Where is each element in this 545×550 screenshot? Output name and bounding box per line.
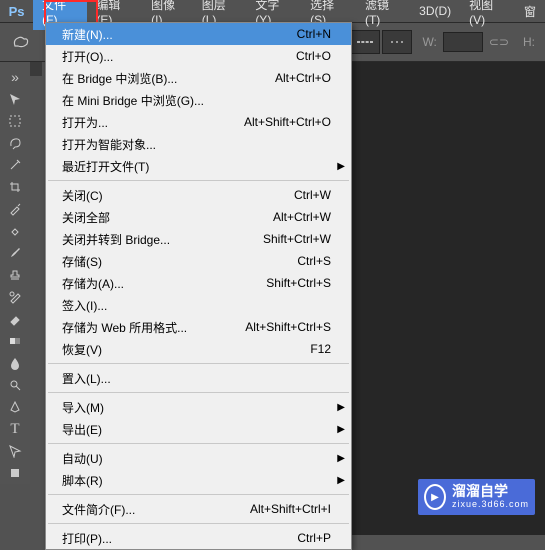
watermark-sub: zixue.3d66.com — [452, 500, 529, 510]
blur-tool-icon[interactable] — [3, 352, 27, 374]
ps-logo: Ps — [0, 0, 33, 22]
width-input[interactable] — [443, 32, 483, 52]
menu-save-web[interactable]: 存储为 Web 所用格式... Alt+Shift+Ctrl+S — [46, 316, 351, 338]
menu-open-as[interactable]: 打开为... Alt+Shift+Ctrl+O — [46, 111, 351, 133]
double-arrow-icon[interactable]: » — [3, 66, 27, 88]
menu-browse-minibridge[interactable]: 在 Mini Bridge 中浏览(G)... — [46, 89, 351, 111]
type-tool-icon[interactable]: T — [3, 418, 27, 440]
history-brush-icon[interactable] — [3, 286, 27, 308]
menu-fileinfo[interactable]: 文件简介(F)... Alt+Shift+Ctrl+I — [46, 498, 351, 520]
brush-tool-icon[interactable] — [3, 242, 27, 264]
crop-tool-icon[interactable] — [3, 176, 27, 198]
menu-separator — [48, 523, 349, 524]
menu-separator — [48, 443, 349, 444]
menu-close[interactable]: 关闭(C) Ctrl+W — [46, 184, 351, 206]
mode-btn-3[interactable] — [350, 30, 380, 54]
marquee-tool-icon[interactable] — [3, 110, 27, 132]
menu-separator — [48, 392, 349, 393]
path-tool-icon[interactable] — [3, 440, 27, 462]
menu-close-all[interactable]: 关闭全部 Alt+Ctrl+W — [46, 206, 351, 228]
stamp-tool-icon[interactable] — [3, 264, 27, 286]
watermark: ▶ 溜溜自学 zixue.3d66.com — [418, 479, 535, 515]
menu-scripts[interactable]: 脚本(R) ▶ — [46, 469, 351, 491]
eraser-tool-icon[interactable] — [3, 308, 27, 330]
left-strip — [30, 62, 42, 76]
wand-tool-icon[interactable] — [3, 154, 27, 176]
width-label: W: — [422, 35, 436, 49]
watermark-title: 溜溜自学 — [452, 484, 529, 499]
file-menu-dropdown: 新建(N)... Ctrl+N 打开(O)... Ctrl+O 在 Bridge… — [45, 22, 352, 550]
menu-browse-bridge[interactable]: 在 Bridge 中浏览(B)... Alt+Ctrl+O — [46, 67, 351, 89]
menu-revert[interactable]: 恢复(V) F12 — [46, 338, 351, 360]
dodge-tool-icon[interactable] — [3, 374, 27, 396]
heal-tool-icon[interactable] — [3, 220, 27, 242]
submenu-arrow-icon: ▶ — [337, 402, 345, 413]
submenu-arrow-icon: ▶ — [337, 161, 345, 172]
submenu-arrow-icon: ▶ — [337, 475, 345, 486]
menu-view[interactable]: 视图(V) — [460, 0, 515, 30]
menu-open[interactable]: 打开(O)... Ctrl+O — [46, 45, 351, 67]
menu-new[interactable]: 新建(N)... Ctrl+N — [46, 23, 351, 45]
menu-save[interactable]: 存储(S) Ctrl+S — [46, 250, 351, 272]
menu-separator — [48, 494, 349, 495]
mode-btn-4[interactable] — [382, 30, 412, 54]
menu-open-smart[interactable]: 打开为智能对象... — [46, 133, 351, 155]
menu-automate[interactable]: 自动(U) ▶ — [46, 447, 351, 469]
lasso-tool-icon[interactable] — [3, 132, 27, 154]
move-tool-icon[interactable] — [3, 88, 27, 110]
submenu-arrow-icon: ▶ — [337, 424, 345, 435]
menubar: Ps 文件(F) 编辑(E) 图像(I) 图层(L) 文字(Y) 选择(S) 滤… — [0, 0, 545, 22]
menu-filter[interactable]: 滤镜(T) — [356, 0, 410, 30]
menu-separator — [48, 363, 349, 364]
canvas-area — [350, 62, 545, 535]
menu-export[interactable]: 导出(E) ▶ — [46, 418, 351, 440]
menu-close-bridge[interactable]: 关闭并转到 Bridge... Shift+Ctrl+W — [46, 228, 351, 250]
link-icon[interactable]: ⊂⊃ — [489, 35, 509, 49]
pen-tool-icon[interactable] — [3, 396, 27, 418]
play-icon: ▶ — [424, 484, 446, 510]
eyedropper-tool-icon[interactable] — [3, 198, 27, 220]
current-tool-icon[interactable] — [6, 28, 36, 56]
submenu-arrow-icon: ▶ — [337, 453, 345, 464]
menu-place[interactable]: 置入(L)... — [46, 367, 351, 389]
menu-print[interactable]: 打印(P)... Ctrl+P — [46, 527, 351, 549]
menu-save-as[interactable]: 存储为(A)... Shift+Ctrl+S — [46, 272, 351, 294]
menu-checkin[interactable]: 签入(I)... — [46, 294, 351, 316]
height-label: H: — [523, 35, 535, 49]
menu-recent[interactable]: 最近打开文件(T) ▶ — [46, 155, 351, 177]
menu-import[interactable]: 导入(M) ▶ — [46, 396, 351, 418]
menu-3d[interactable]: 3D(D) — [410, 1, 460, 21]
menu-separator — [48, 180, 349, 181]
tools-panel: » T — [0, 62, 30, 484]
shape-tool-icon[interactable] — [3, 462, 27, 484]
menu-window[interactable]: 窗 — [515, 0, 545, 23]
gradient-tool-icon[interactable] — [3, 330, 27, 352]
